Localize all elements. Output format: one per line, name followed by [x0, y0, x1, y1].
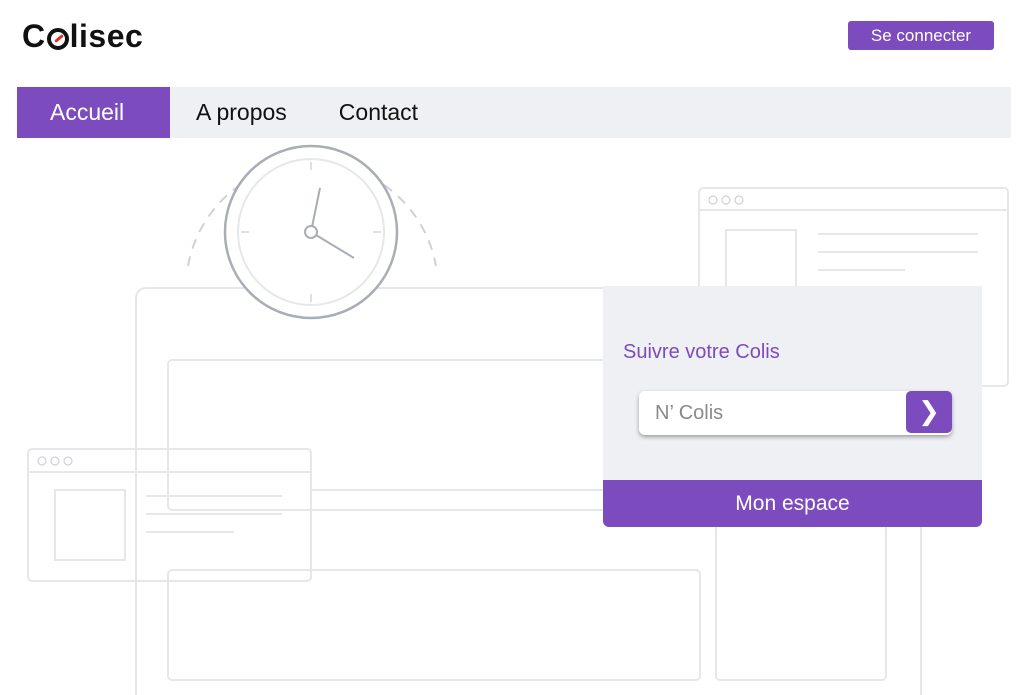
page: Clisec Se connecter Accueil A propos Con… [0, 0, 1018, 695]
tracking-title: Suivre votre Colis [623, 341, 780, 363]
my-space-button[interactable]: Mon espace [603, 480, 982, 527]
chevron-right-icon: ❯ [918, 397, 940, 427]
tracking-submit-button[interactable]: ❯ [906, 391, 952, 433]
brand-name-prefix: C [22, 18, 46, 54]
brand-logo[interactable]: Clisec [22, 16, 143, 56]
brand-name-suffix: lisec [69, 18, 144, 54]
main-nav: Accueil A propos Contact [17, 87, 1011, 138]
tracking-number-input[interactable] [639, 391, 899, 435]
nav-item-accueil[interactable]: Accueil [17, 87, 170, 138]
nav-item-contact[interactable]: Contact [313, 87, 444, 138]
nav-item-a-propos[interactable]: A propos [170, 87, 313, 138]
login-button[interactable]: Se connecter [848, 21, 994, 50]
clock-icon [223, 144, 399, 320]
logo-o-mark-icon [46, 28, 69, 50]
tracking-panel: Suivre votre Colis ❯ [603, 286, 982, 480]
tracking-search-box: ❯ [639, 391, 952, 435]
